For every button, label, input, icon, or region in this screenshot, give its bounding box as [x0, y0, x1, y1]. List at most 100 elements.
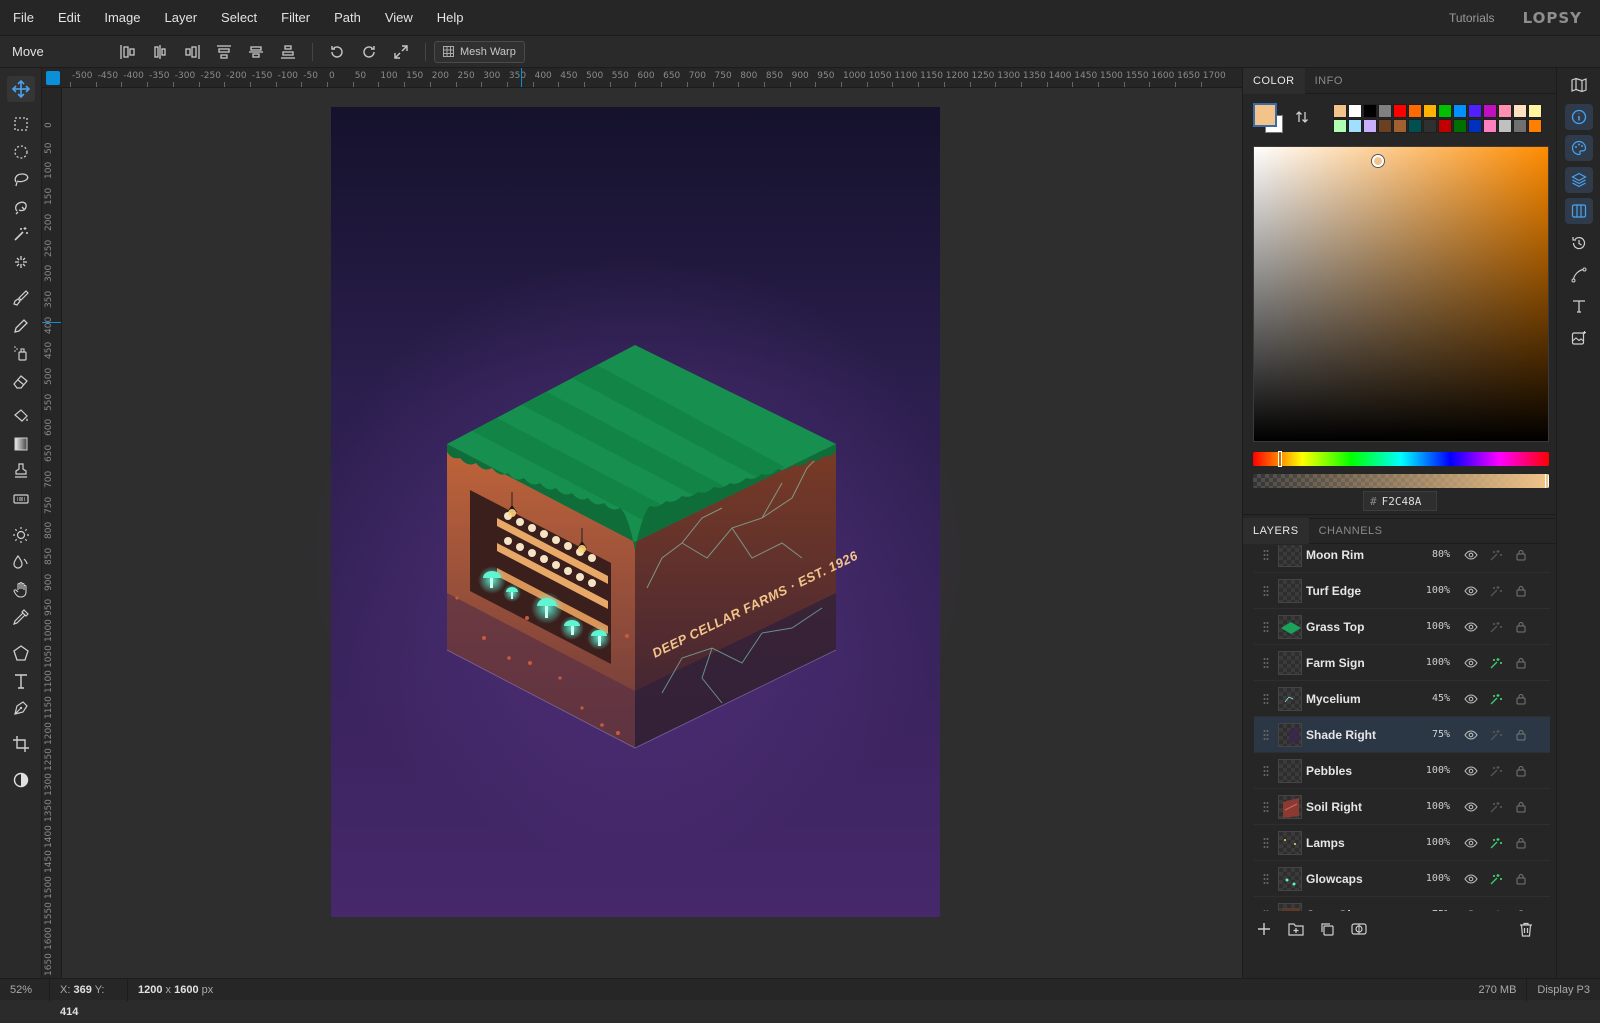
layer-opacity[interactable]: 100% [1406, 873, 1450, 884]
tutorials-link[interactable]: Tutorials [1449, 11, 1495, 25]
quick-select-tool[interactable] [7, 249, 35, 275]
layer-name[interactable]: Turf Edge [1306, 584, 1406, 598]
brush-tool[interactable] [7, 285, 35, 311]
ruler-origin[interactable] [46, 71, 60, 85]
color-swatch[interactable] [1498, 119, 1512, 133]
layer-lock-toggle[interactable] [1508, 837, 1533, 849]
layer-visibility-toggle[interactable] [1458, 837, 1483, 848]
color-swatch[interactable] [1453, 119, 1467, 133]
layer-name[interactable]: Lamps [1306, 836, 1406, 850]
layer-effects-toggle[interactable] [1483, 692, 1508, 706]
color-swatch[interactable] [1468, 119, 1482, 133]
layer-name[interactable]: Moon Rim [1306, 548, 1406, 562]
fit-screen-button[interactable] [385, 40, 417, 64]
lasso-tool[interactable] [7, 166, 35, 192]
ellipse-select-tool[interactable] [7, 139, 35, 165]
layer-effects-toggle[interactable] [1483, 800, 1508, 814]
layer-lock-toggle[interactable] [1508, 585, 1533, 597]
zoom-level[interactable]: 52% [0, 978, 50, 1001]
crop-tool[interactable] [7, 731, 35, 757]
rotate-left-button[interactable] [321, 40, 353, 64]
document-canvas[interactable]: DEEP CELLAR FARMS · EST. 1926 [62, 88, 1242, 978]
contrast-tool[interactable] [7, 767, 35, 793]
layer-name[interactable]: Grass Top [1306, 620, 1406, 634]
layer-name[interactable]: Mycelium [1306, 692, 1406, 706]
layer-opacity[interactable]: 100% [1406, 801, 1450, 812]
menu-layer[interactable]: Layer [153, 0, 210, 36]
layer-row[interactable]: Soil Right 100% [1254, 789, 1550, 825]
layer-visibility-toggle[interactable] [1458, 585, 1483, 596]
channels-panel-button[interactable] [1565, 198, 1593, 224]
layers-panel-button[interactable] [1565, 167, 1593, 193]
layer-opacity[interactable]: 100% [1406, 765, 1450, 776]
hex-input[interactable]: # F2C48A [1363, 491, 1437, 511]
new-group-button[interactable] [1288, 922, 1304, 939]
color-picker-handle[interactable] [1372, 155, 1384, 167]
layer-effects-toggle[interactable] [1483, 728, 1508, 742]
layer-row[interactable]: Moon Rim 80% [1254, 545, 1550, 573]
layer-visibility-toggle[interactable] [1458, 621, 1483, 632]
color-swatch[interactable] [1528, 104, 1542, 118]
layer-effects-toggle[interactable] [1483, 872, 1508, 886]
layer-row[interactable]: Lamps 100% [1254, 825, 1550, 861]
eyedropper-tool[interactable] [7, 604, 35, 630]
color-swatch[interactable] [1423, 119, 1437, 133]
color-swatch[interactable] [1453, 104, 1467, 118]
layer-effects-toggle[interactable] [1483, 836, 1508, 850]
menu-select[interactable]: Select [209, 0, 269, 36]
layer-visibility-toggle[interactable] [1458, 765, 1483, 776]
color-swatch[interactable] [1378, 119, 1392, 133]
stamp-tool[interactable] [7, 458, 35, 484]
layer-drag-handle[interactable] [1254, 729, 1278, 741]
duplicate-layer-button[interactable] [1320, 922, 1336, 939]
color-swatch[interactable] [1348, 119, 1362, 133]
navigator-button[interactable] [1565, 72, 1593, 98]
alpha-slider[interactable] [1253, 474, 1549, 488]
history-panel-button[interactable] [1565, 230, 1593, 256]
layer-drag-handle[interactable] [1254, 765, 1278, 777]
color-swatch[interactable] [1408, 119, 1422, 133]
rotate-right-button[interactable] [353, 40, 385, 64]
layer-drag-handle[interactable] [1254, 873, 1278, 885]
layer-opacity[interactable]: 75% [1406, 909, 1450, 911]
menu-path[interactable]: Path [322, 0, 373, 36]
layer-drag-handle[interactable] [1254, 837, 1278, 849]
layer-opacity[interactable]: 100% [1406, 585, 1450, 596]
color-swatch[interactable] [1438, 119, 1452, 133]
layer-visibility-toggle[interactable] [1458, 549, 1483, 560]
color-swatch[interactable] [1378, 104, 1392, 118]
layer-effects-toggle[interactable] [1483, 656, 1508, 670]
layer-row[interactable]: Pebbles 100% [1254, 753, 1550, 789]
layer-visibility-toggle[interactable] [1458, 873, 1483, 884]
pen-tool[interactable] [7, 695, 35, 721]
layer-name[interactable]: Glowcaps [1306, 872, 1406, 886]
dodge-tool[interactable] [7, 522, 35, 548]
layer-drag-handle[interactable] [1254, 909, 1278, 911]
pencil-tool[interactable] [7, 313, 35, 339]
layer-opacity[interactable]: 100% [1406, 837, 1450, 848]
tab-layers[interactable]: LAYERS [1243, 518, 1309, 544]
color-swatch[interactable] [1528, 119, 1542, 133]
layer-lock-toggle[interactable] [1508, 909, 1533, 911]
fill-tool[interactable] [7, 403, 35, 429]
layer-lock-toggle[interactable] [1508, 657, 1533, 669]
layer-effects-toggle[interactable] [1483, 908, 1508, 911]
layer-drag-handle[interactable] [1254, 549, 1278, 561]
hue-slider-thumb[interactable] [1278, 451, 1282, 467]
color-swatch[interactable] [1348, 104, 1362, 118]
align-right-button[interactable] [176, 40, 208, 64]
layer-drag-handle[interactable] [1254, 657, 1278, 669]
foreground-color-swatch[interactable] [1253, 103, 1277, 127]
menu-file[interactable]: File [0, 0, 46, 36]
hue-slider[interactable] [1253, 451, 1549, 467]
color-swatch[interactable] [1513, 119, 1527, 133]
mesh-warp-button[interactable]: Mesh Warp [434, 40, 525, 63]
layer-lock-toggle[interactable] [1508, 873, 1533, 885]
layer-row[interactable]: Shade Right 75% [1254, 717, 1550, 753]
saturation-value-picker[interactable] [1253, 146, 1549, 442]
layer-lock-toggle[interactable] [1508, 765, 1533, 777]
canvas-area[interactable]: DEEP CELLAR FARMS · EST. 1926 [62, 88, 1242, 978]
layer-row[interactable]: Mycelium 45% [1254, 681, 1550, 717]
layer-opacity[interactable]: 100% [1406, 621, 1450, 632]
color-swatch[interactable] [1498, 104, 1512, 118]
